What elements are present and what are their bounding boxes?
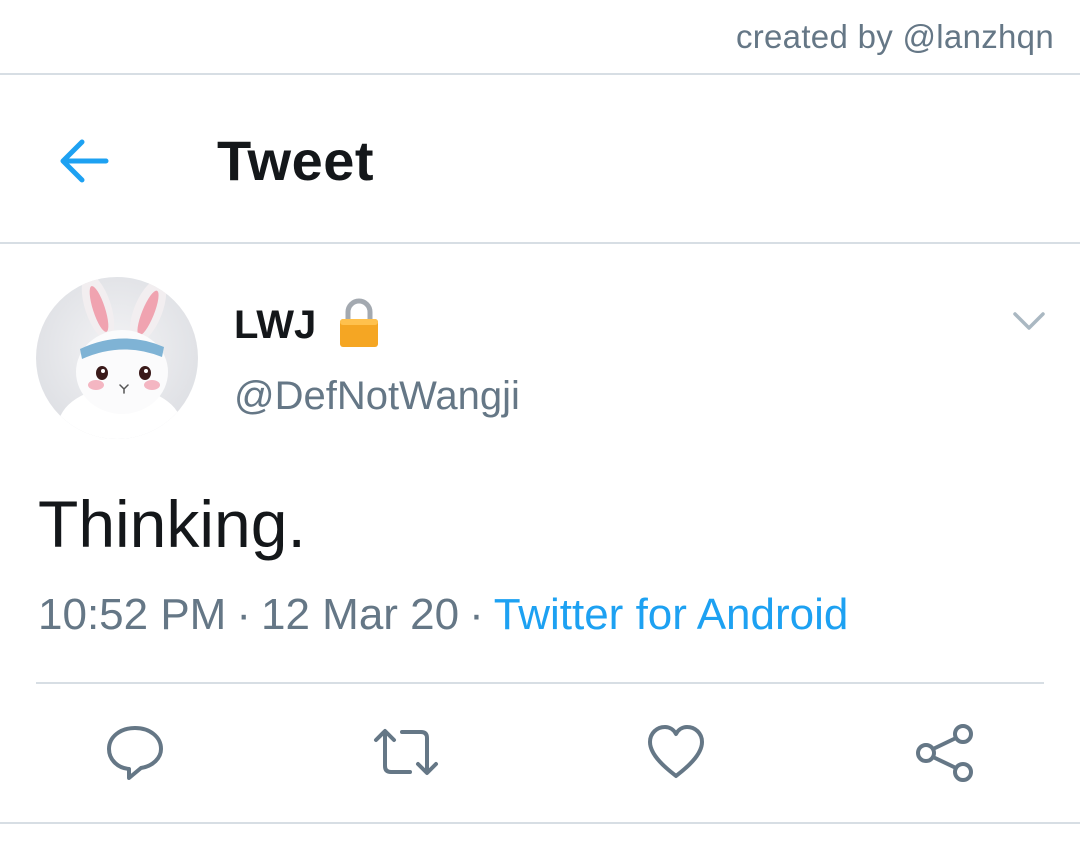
page-title: Tweet [217,129,375,192]
share-icon [916,724,973,782]
chevron-down-icon[interactable] [1010,306,1048,336]
tweet-meta: 10:52 PM · 12 Mar 20 · Twitter for Android [38,590,848,640]
tweet-date: 12 Mar 20 [261,590,460,639]
meta-separator: · [469,590,484,639]
tweet-source-link[interactable]: Twitter for Android [494,590,849,639]
meta-separator: · [236,590,251,639]
share-button[interactable] [914,722,974,782]
heart-icon [648,725,704,778]
retweet-icon [374,729,438,775]
credit-text: created by @lanzhqn [735,18,1054,55]
like-button[interactable] [646,722,706,782]
arrow-left-icon [60,139,109,183]
retweet-button[interactable] [372,722,438,782]
actions-divider [36,682,1044,684]
tweet-time: 10:52 PM [38,590,227,639]
back-button[interactable] [56,133,112,189]
user-handle[interactable]: @DefNotWangji [234,374,520,419]
top-divider [0,73,1080,75]
speech-bubble-icon [107,726,163,780]
reply-button[interactable] [105,722,165,782]
avatar-image [36,277,198,439]
avatar[interactable] [36,277,198,439]
header-bar: Tweet [0,76,1080,242]
header-divider [0,242,1080,244]
tweet-text: Thinking. [38,487,306,561]
bottom-divider [0,822,1080,824]
display-name[interactable]: LWJ [234,303,316,348]
lock-icon [340,298,378,347]
